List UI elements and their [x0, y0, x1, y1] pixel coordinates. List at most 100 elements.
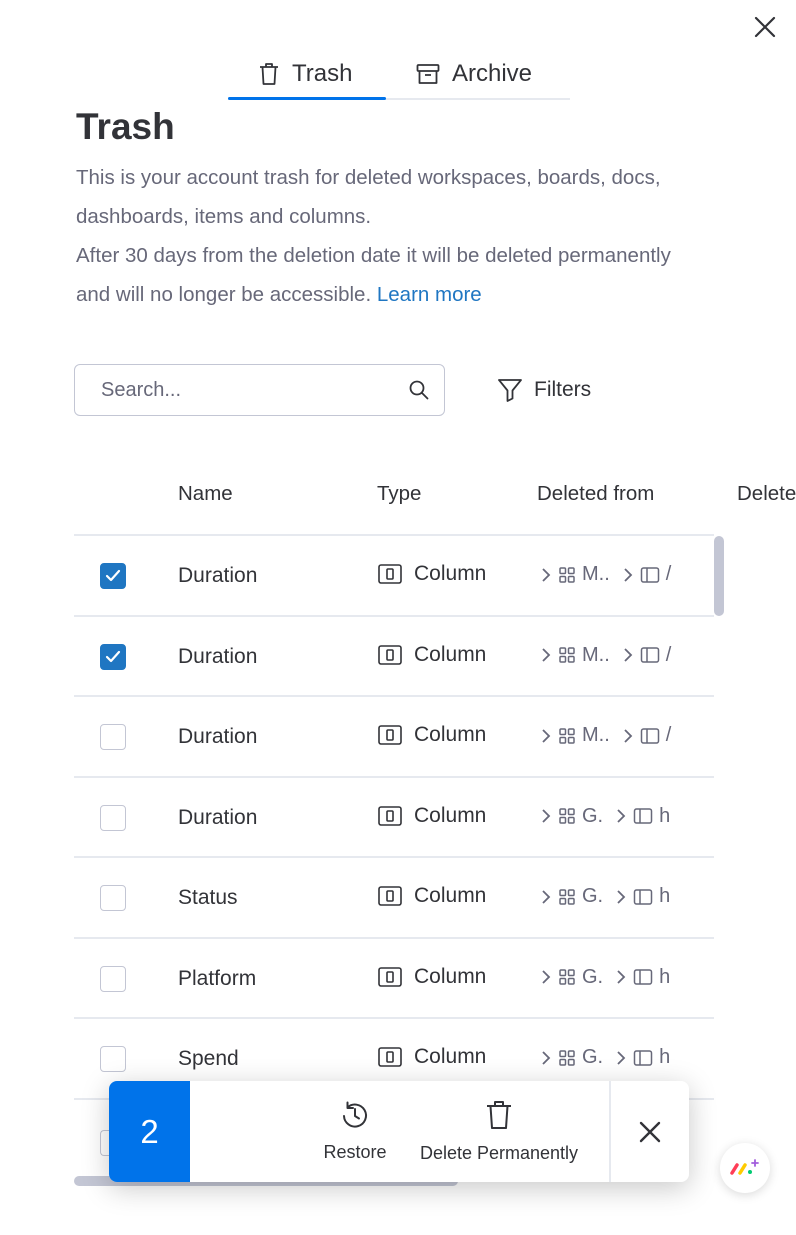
row-type-label: Column — [414, 562, 487, 585]
row-checkbox[interactable] — [100, 965, 126, 992]
page-description: This is your account trash for deleted w… — [76, 158, 696, 314]
description-text-2-body: After 30 days from the deletion date it … — [76, 244, 671, 306]
archive-box-icon — [416, 64, 440, 84]
table-row[interactable]: Duration Column M.. / — [74, 536, 714, 617]
delete-permanently-label: Delete Permanently — [419, 1143, 579, 1163]
row-checkbox[interactable] — [100, 724, 126, 750]
row-checkbox[interactable] — [100, 804, 126, 831]
row-name: Duration — [178, 564, 258, 587]
row-name: Spend — [178, 1047, 239, 1070]
row-deleted-from-path[interactable]: G. h — [540, 805, 670, 828]
row-type-label: Column — [414, 964, 487, 988]
column-type-icon — [378, 966, 402, 987]
row-type-label: Column — [414, 1045, 487, 1068]
row-checkbox[interactable] — [100, 1046, 126, 1072]
path-workspace: G. — [582, 1046, 604, 1068]
row-type: Column — [378, 723, 486, 747]
chevron-right-icon — [542, 889, 551, 904]
path-board: h — [659, 1046, 671, 1068]
workspace-grid-icon — [559, 566, 575, 583]
chevron-right-icon — [617, 809, 626, 823]
column-type-icon — [378, 805, 402, 826]
chevron-right-icon — [542, 648, 551, 662]
board-icon — [633, 1049, 653, 1066]
learn-more-link[interactable]: Learn more — [377, 283, 482, 306]
path-workspace: M.. — [582, 724, 610, 746]
row-deleted-from-path[interactable]: G. h — [540, 885, 670, 908]
row-deleted-from-path[interactable]: M.. / — [540, 644, 671, 667]
path-workspace: M.. — [582, 643, 610, 666]
tab-archive[interactable]: Archive — [416, 50, 532, 98]
row-deleted-from-path[interactable]: G. h — [540, 1046, 670, 1069]
table-row[interactable]: Status Column G. h — [74, 858, 714, 939]
description-text-1: This is your account trash for deleted w… — [76, 166, 661, 228]
trash-table: Duration Column M.. / Duration Column M.. / Dura… — [74, 534, 714, 1104]
workspace-grid-icon — [559, 727, 575, 744]
workspace-grid-icon — [559, 969, 575, 985]
trash-icon — [260, 63, 278, 85]
tab-trash[interactable]: Trash — [258, 50, 352, 98]
column-type-icon — [378, 1047, 402, 1067]
tab-archive-label: Archive — [452, 60, 533, 87]
row-type-label: Column — [414, 803, 487, 827]
table-row[interactable]: Platform Column G. h — [74, 939, 714, 1019]
row-type: Column — [378, 1045, 486, 1069]
path-workspace: G. — [582, 804, 604, 827]
column-header-name[interactable]: Name — [178, 482, 233, 506]
table-row[interactable]: Duration Column M.. / — [74, 697, 714, 778]
trash-icon — [487, 1101, 511, 1129]
row-name: Platform — [178, 966, 257, 990]
row-deleted-from-path[interactable]: G. h — [540, 966, 670, 989]
path-board: / — [665, 643, 672, 666]
checkmark-icon — [105, 569, 121, 582]
filters-label: Filters — [534, 378, 592, 401]
close-dialog-button[interactable] — [748, 10, 782, 44]
row-deleted-from-path[interactable]: M.. / — [540, 563, 671, 586]
restore-label: Restore — [323, 1142, 387, 1162]
search-box[interactable] — [74, 364, 445, 416]
row-checkbox[interactable] — [100, 643, 126, 670]
search-icon — [409, 380, 429, 400]
row-name: Duration — [178, 805, 258, 829]
ai-assistant-button[interactable] — [720, 1143, 770, 1193]
row-checkbox[interactable] — [100, 885, 126, 911]
restore-button[interactable]: Restore — [317, 1081, 393, 1182]
chevron-right-icon — [624, 567, 633, 582]
row-type-label: Column — [414, 884, 487, 907]
row-type-label: Column — [414, 642, 487, 666]
column-header-deleted-from[interactable]: Deleted from — [537, 482, 654, 506]
tab-trash-label: Trash — [292, 60, 353, 87]
board-icon — [640, 727, 660, 744]
row-type: Column — [378, 965, 486, 989]
tab-bar: Trash Archive — [228, 50, 570, 100]
board-icon — [640, 647, 660, 663]
row-type: Column — [378, 643, 486, 667]
row-deleted-from-path[interactable]: M.. / — [540, 724, 671, 747]
selected-count-badge: 2 — [109, 1081, 190, 1182]
column-type-icon — [378, 886, 402, 906]
board-icon — [640, 566, 660, 583]
path-board: h — [659, 804, 671, 827]
vertical-scrollbar[interactable] — [714, 536, 724, 616]
delete-permanently-button[interactable]: Delete Permanently — [411, 1081, 587, 1182]
board-icon — [633, 888, 653, 905]
chevron-right-icon — [542, 809, 551, 823]
filter-funnel-icon — [498, 379, 522, 402]
search-input[interactable] — [101, 378, 408, 402]
path-workspace: G. — [582, 965, 604, 988]
row-type: Column — [378, 804, 486, 828]
row-checkbox[interactable] — [100, 563, 126, 589]
table-row[interactable]: Duration Column G. h — [74, 778, 714, 858]
restore-history-icon — [343, 1101, 367, 1128]
chevron-right-icon — [617, 889, 626, 904]
column-header-deleted-date[interactable]: Delete — [737, 482, 796, 506]
board-icon — [633, 808, 653, 824]
path-board: / — [665, 724, 672, 746]
workspace-grid-icon — [559, 888, 575, 905]
close-action-bar-button[interactable] — [611, 1081, 689, 1182]
column-header-type[interactable]: Type — [377, 482, 421, 506]
chevron-right-icon — [624, 648, 633, 662]
table-row[interactable]: Duration Column M.. / — [74, 617, 714, 697]
page-title: Trash — [76, 106, 175, 147]
filters-button[interactable]: Filters — [496, 372, 591, 408]
